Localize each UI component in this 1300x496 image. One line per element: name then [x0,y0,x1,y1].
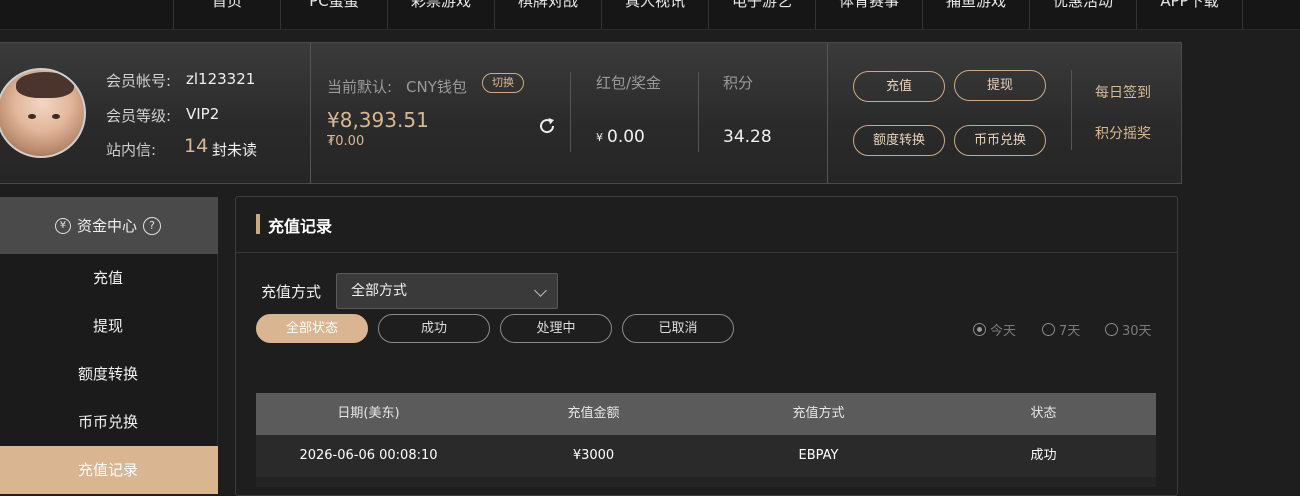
table-row: 2026-06-06 00:08:10 ¥3000 EBPAY 成功 [256,435,1156,477]
account-panel [0,42,1182,184]
table-header: 日期(美东) 充值金额 充值方式 状态 [256,393,1156,435]
points-label: 积分 [723,74,754,92]
method-select[interactable]: 全部方式 [336,273,558,309]
cell-date: 2026-06-06 00:08:10 [299,448,438,463]
sidebar-item-deposit[interactable]: 充值 [0,254,218,302]
sidebar-header-label: 资金中心 [76,217,137,235]
chevron-down-icon [534,284,547,297]
switch-wallet-button[interactable]: 切换 [482,73,524,93]
top-nav: 首页 PC蛋蛋 彩票游戏 棋牌对战 真人视讯 电子游艺 体育赛事 捕鱼游戏 优惠… [0,0,1300,30]
avatar [0,68,86,158]
inbox-suffix: 封未读 [212,141,258,159]
divider [310,43,311,183]
bonus-currency: ¥ [596,131,603,144]
radio-icon [1105,323,1118,336]
nav-sports[interactable]: 体育赛事 [815,0,922,29]
divider [827,43,828,183]
bonus-label: 红包/奖金 [596,74,662,92]
wallet-balance: ¥8,393.51 [327,108,429,132]
nav-lottery[interactable]: 彩票游戏 [387,0,494,29]
range-today[interactable]: 今天 [973,320,1016,339]
cell-method: EBPAY [798,448,839,463]
nav-live[interactable]: 真人视讯 [601,0,708,29]
withdraw-button[interactable]: 提现 [954,70,1046,101]
nav-home[interactable]: 首页 [173,0,280,29]
member-level-value: VIP2 [186,105,220,123]
col-amount: 充值金额 [567,406,620,421]
cell-amount: ¥3000 [572,448,615,463]
default-wallet-label: 当前默认: [327,78,393,96]
default-wallet-value: CNY钱包 [406,78,467,96]
divider [698,72,699,152]
divider [1071,70,1072,150]
inbox-label: 站内信: [106,141,157,159]
nav-fishing[interactable]: 捕鱼游戏 [922,0,1029,29]
help-icon[interactable]: ? [143,216,161,235]
filter-cancelled[interactable]: 已取消 [622,314,734,343]
points-value: 34.28 [723,127,772,147]
radio-icon [973,323,986,336]
nav-app-download[interactable]: APP下载 [1136,0,1243,29]
sidebar-item-exchange[interactable]: 币币兑换 [0,398,218,446]
member-account-label: 会员帐号: [106,72,172,90]
range-7-days-label: 7天 [1059,324,1081,339]
col-date: 日期(美东) [337,406,400,421]
sidebar-item-withdraw[interactable]: 提现 [0,302,218,350]
nav-pc-egg[interactable]: PC蛋蛋 [280,0,387,29]
wallet-sub-balance: ₮0.00 [327,134,365,149]
yen-icon: ¥ [54,217,71,234]
nav-chess[interactable]: 棋牌对战 [494,0,601,29]
col-method: 充值方式 [792,406,845,421]
refresh-icon[interactable] [536,115,558,137]
filter-all-status[interactable]: 全部状态 [256,314,368,343]
range-30-days[interactable]: 30天 [1105,320,1152,339]
nav-slots[interactable]: 电子游艺 [708,0,815,29]
radio-icon [1042,323,1055,336]
title-accent-bar [256,214,260,234]
table-row [256,477,1156,487]
nav-promotions[interactable]: 优惠活动 [1029,0,1136,29]
member-level-label: 会员等级: [106,107,172,125]
bonus-value: 0.00 [607,127,645,147]
member-account-value: zl123321 [186,70,256,88]
sidebar-item-deposit-records[interactable]: 充值记录 [0,446,218,494]
sidebar-header: ¥ 资金中心 ? [0,197,218,254]
inbox-count[interactable]: 14 [184,135,208,157]
col-status: 状态 [1030,406,1057,421]
range-7-days[interactable]: 7天 [1042,320,1080,339]
points-lottery-link[interactable]: 积分摇奖 [1095,123,1151,143]
filter-processing[interactable]: 处理中 [500,314,612,343]
daily-checkin-link[interactable]: 每日签到 [1095,82,1151,102]
main-title-bar [236,197,1177,253]
deposit-button[interactable]: 充值 [853,71,945,102]
range-30-days-label: 30天 [1122,324,1152,339]
range-today-label: 今天 [990,324,1017,339]
filter-success[interactable]: 成功 [378,314,490,343]
exchange-button[interactable]: 币币兑换 [954,125,1046,156]
sidebar-item-transfer[interactable]: 额度转换 [0,350,218,398]
transfer-button[interactable]: 额度转换 [853,125,945,156]
page-title: 充值记录 [268,217,333,236]
method-select-value: 全部方式 [351,283,407,299]
cell-status: 成功 [1030,448,1057,463]
divider [570,72,571,152]
method-label: 充值方式 [261,283,322,301]
